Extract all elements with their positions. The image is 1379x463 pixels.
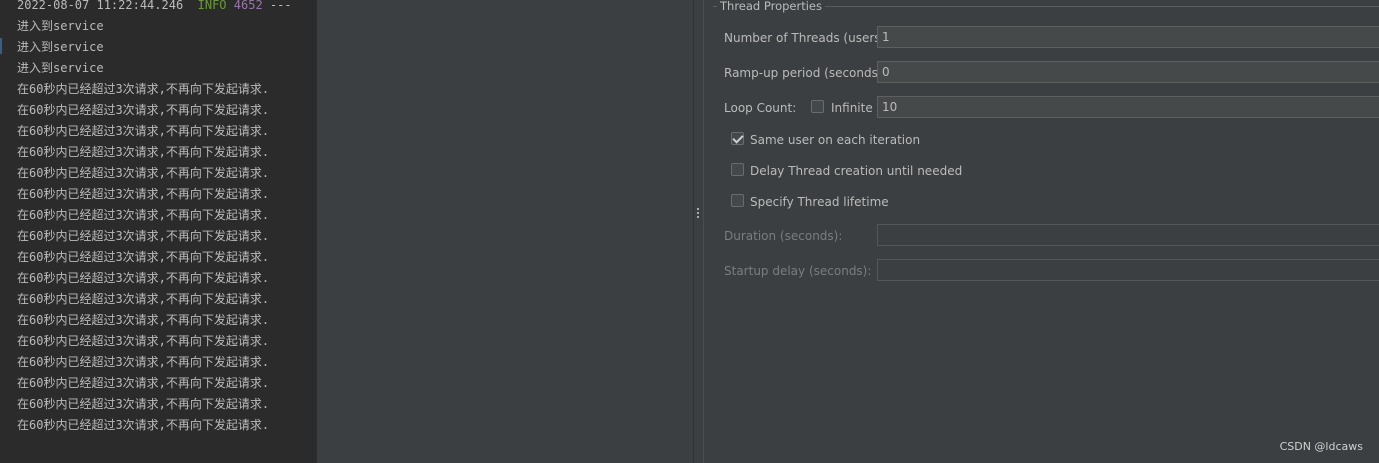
ramp-up-label: Ramp-up period (seconds): bbox=[724, 66, 887, 80]
log-level: INFO bbox=[197, 0, 227, 12]
console-line: 在60秒内已经超过3次请求,不再向下发起请求. bbox=[17, 124, 270, 138]
specify-lifetime-checkbox[interactable] bbox=[731, 194, 744, 207]
console-line: 在60秒内已经超过3次请求,不再向下发起请求. bbox=[17, 229, 270, 243]
split-divider bbox=[693, 0, 694, 463]
console-log-header: 2022-08-07 11:22:44.246 INFO 4652 --- bbox=[17, 0, 292, 16]
console-line: 进入到service bbox=[17, 19, 104, 33]
num-threads-input[interactable]: 1 bbox=[877, 26, 1379, 48]
console-line: 在60秒内已经超过3次请求,不再向下发起请求. bbox=[17, 208, 270, 222]
duration-input[interactable] bbox=[877, 224, 1379, 246]
ramp-up-input[interactable]: 0 bbox=[877, 61, 1379, 83]
console-line: 进入到service bbox=[17, 40, 104, 54]
console-line: 在60秒内已经超过3次请求,不再向下发起请求. bbox=[17, 271, 270, 285]
console-line: 在60秒内已经超过3次请求,不再向下发起请求. bbox=[17, 355, 270, 369]
startup-delay-label: Startup delay (seconds): bbox=[724, 264, 872, 278]
infinite-checkbox[interactable] bbox=[811, 100, 824, 113]
console-panel[interactable]: 2022-08-07 11:22:44.246 INFO 4652 --- 进入… bbox=[0, 0, 317, 463]
console-line: 在60秒内已经超过3次请求,不再向下发起请求. bbox=[17, 82, 270, 96]
console-line: 进入到service bbox=[17, 61, 104, 75]
console-line: 在60秒内已经超过3次请求,不再向下发起请求. bbox=[17, 376, 270, 390]
console-output: 2022-08-07 11:22:44.246 INFO 4652 --- 进入… bbox=[17, 0, 292, 436]
console-line: 在60秒内已经超过3次请求,不再向下发起请求. bbox=[17, 397, 270, 411]
console-line: 在60秒内已经超过3次请求,不再向下发起请求. bbox=[17, 313, 270, 327]
watermark: CSDN @ldcaws bbox=[1279, 440, 1363, 453]
duration-label: Duration (seconds): bbox=[724, 229, 843, 243]
startup-delay-input[interactable] bbox=[877, 259, 1379, 281]
delay-creation-label: Delay Thread creation until needed bbox=[750, 164, 963, 178]
console-line: 在60秒内已经超过3次请求,不再向下发起请求. bbox=[17, 187, 270, 201]
console-line: 在60秒内已经超过3次请求,不再向下发起请求. bbox=[17, 166, 270, 180]
specify-lifetime-label: Specify Thread lifetime bbox=[750, 195, 889, 209]
num-threads-label: Number of Threads (users): bbox=[724, 31, 890, 45]
console-line: 在60秒内已经超过3次请求,不再向下发起请求. bbox=[17, 418, 270, 432]
thread-properties-panel: Thread Properties Number of Threads (use… bbox=[704, 0, 1379, 463]
log-separator: --- bbox=[269, 0, 292, 12]
loop-count-label: Loop Count: bbox=[724, 101, 797, 115]
loop-count-input[interactable]: 10 bbox=[877, 96, 1379, 118]
group-title: Thread Properties bbox=[717, 0, 825, 13]
split-drag-handle[interactable] bbox=[695, 208, 701, 222]
console-line: 在60秒内已经超过3次请求,不再向下发起请求. bbox=[17, 292, 270, 306]
console-empty-area bbox=[317, 0, 693, 463]
console-line: 在60秒内已经超过3次请求,不再向下发起请求. bbox=[17, 145, 270, 159]
log-pid: 4652 bbox=[233, 0, 263, 12]
console-line: 在60秒内已经超过3次请求,不再向下发起请求. bbox=[17, 250, 270, 264]
gutter-marker bbox=[0, 38, 2, 54]
same-user-checkbox[interactable] bbox=[731, 132, 744, 145]
console-line: 在60秒内已经超过3次请求,不再向下发起请求. bbox=[17, 103, 270, 117]
log-timestamp: 2022-08-07 11:22:44.246 bbox=[17, 0, 184, 12]
delay-creation-checkbox[interactable] bbox=[731, 163, 744, 176]
console-line: 在60秒内已经超过3次请求,不再向下发起请求. bbox=[17, 334, 270, 348]
same-user-label: Same user on each iteration bbox=[750, 133, 921, 147]
infinite-label: Infinite bbox=[831, 101, 873, 115]
